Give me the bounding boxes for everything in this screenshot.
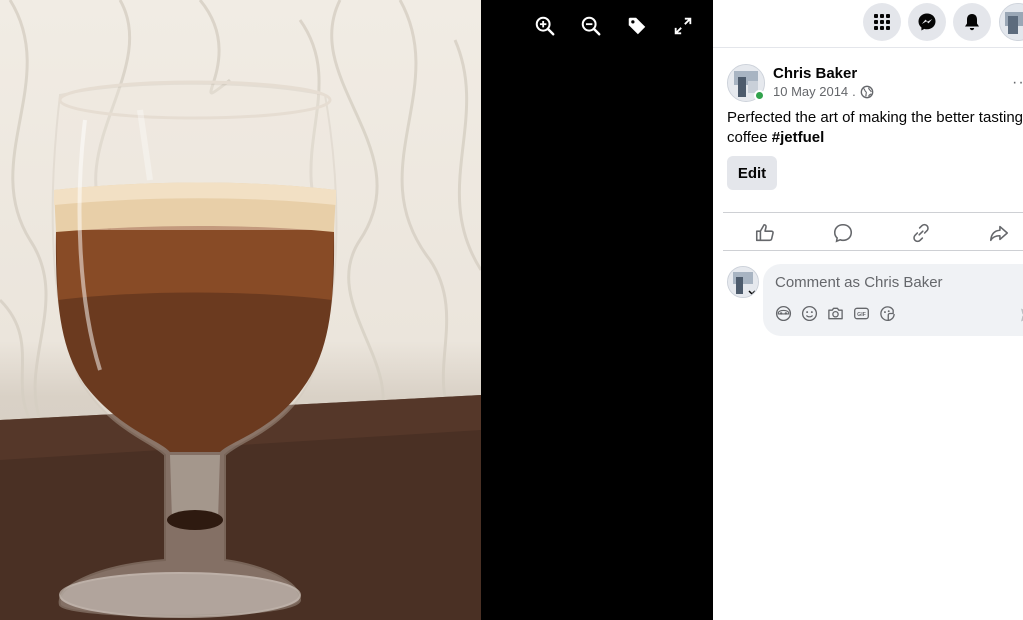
account-avatar[interactable] — [999, 3, 1023, 41]
messenger-button[interactable] — [908, 3, 946, 41]
commenter-avatar[interactable] — [727, 266, 759, 298]
meta-separator: . — [852, 84, 856, 99]
like-icon — [755, 223, 774, 242]
profile-picture-icon — [1000, 4, 1023, 40]
post-actions — [723, 212, 1023, 251]
profile-picture-icon — [728, 267, 758, 297]
comment-input[interactable] — [775, 272, 1023, 292]
avatar-sticker-icon — [775, 305, 792, 322]
comment-tools: GIF — [775, 305, 896, 322]
gif-icon: GIF — [854, 307, 869, 320]
copy-link-button[interactable] — [909, 221, 933, 245]
author-name[interactable]: Chris Baker — [773, 65, 857, 82]
camera-icon — [828, 307, 843, 320]
viewer-toolbar — [533, 14, 695, 38]
notifications-bell-icon — [965, 14, 979, 31]
menu-button[interactable] — [863, 3, 901, 41]
hashtag-link[interactable]: #jetfuel — [772, 129, 825, 146]
edit-button[interactable]: Edit — [727, 156, 777, 190]
coffee-photo-image — [0, 0, 481, 620]
more-options-button[interactable]: ··· — [1012, 74, 1023, 92]
comment-icon — [833, 223, 853, 243]
tag-button[interactable] — [625, 14, 649, 38]
post-header: Chris Baker 10 May 2014 . ··· — [727, 64, 1023, 104]
post-date[interactable]: 10 May 2014 — [773, 84, 848, 99]
share-icon — [989, 225, 1009, 242]
messenger-icon — [918, 13, 936, 31]
fullscreen-button[interactable] — [671, 14, 695, 38]
camera-button[interactable] — [827, 305, 844, 322]
comment-button[interactable] — [831, 221, 855, 245]
emoji-icon — [801, 305, 818, 322]
comment-composer: GIF — [727, 264, 1023, 338]
online-status-indicator — [754, 90, 765, 101]
zoom-in-button[interactable] — [533, 14, 557, 38]
sticker-icon — [880, 306, 895, 322]
emoji-button[interactable] — [801, 305, 818, 322]
zoom-out-button[interactable] — [579, 14, 603, 38]
zoom-in-icon — [535, 16, 555, 36]
post-panel: Chris Baker 10 May 2014 . ··· Perfected … — [713, 0, 1023, 620]
notifications-button[interactable] — [953, 3, 991, 41]
fullscreen-icon — [674, 17, 692, 35]
sticker-button[interactable] — [879, 305, 896, 322]
globe-icon[interactable] — [860, 85, 874, 99]
post-text: Perfected the art of making the better t… — [727, 108, 1023, 148]
comment-box: GIF — [763, 264, 1023, 336]
zoom-out-icon — [581, 16, 601, 36]
post-meta: 10 May 2014 . — [773, 84, 874, 99]
photo-viewer — [0, 0, 713, 620]
menu-grid-icon — [874, 14, 890, 30]
send-icon[interactable] — [1019, 306, 1023, 324]
avatar-sticker-button[interactable] — [775, 305, 792, 322]
tag-icon — [628, 17, 646, 35]
share-button[interactable] — [987, 221, 1011, 245]
top-bar — [713, 0, 1023, 48]
like-button[interactable] — [753, 221, 777, 245]
copy-link-icon — [913, 223, 929, 243]
svg-text:GIF: GIF — [857, 312, 866, 318]
gif-button[interactable]: GIF — [853, 305, 870, 322]
photo[interactable] — [0, 0, 481, 620]
